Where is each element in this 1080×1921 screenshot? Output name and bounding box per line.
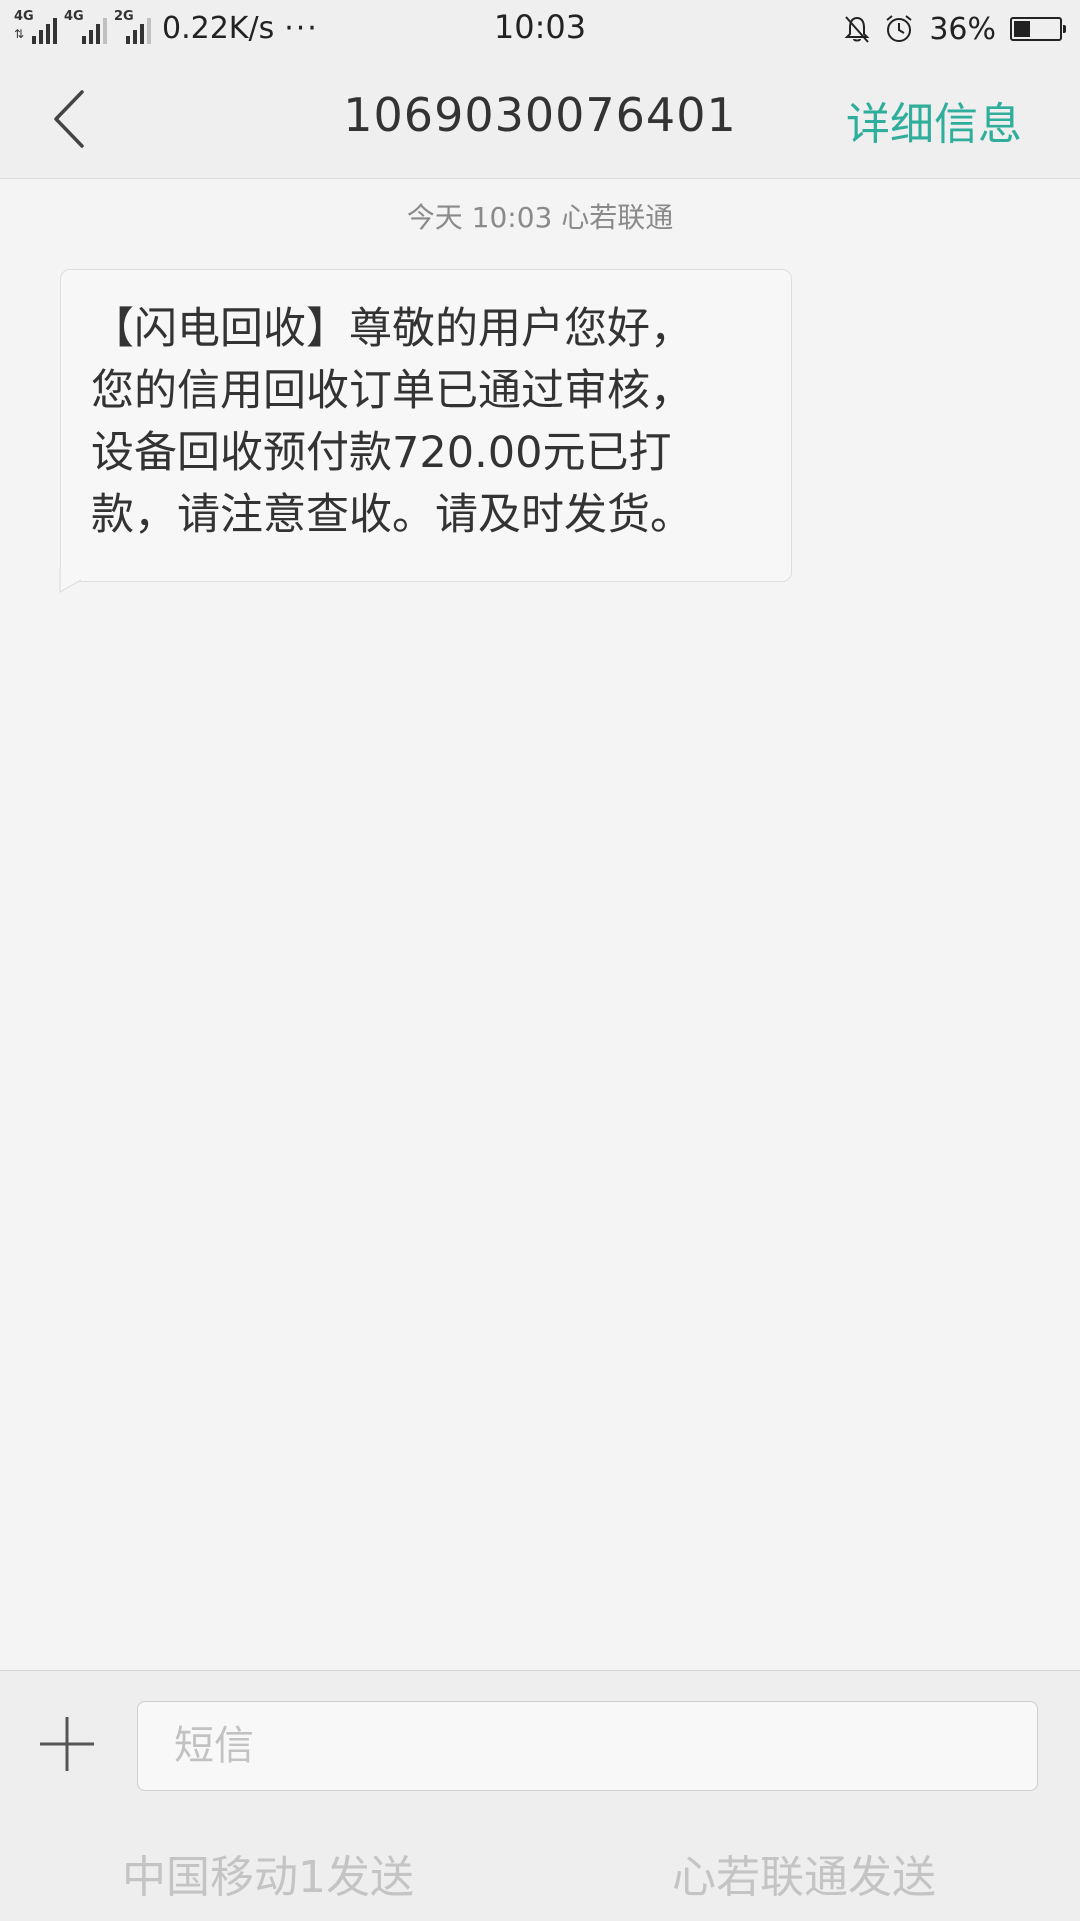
message-timestamp: 今天 10:03 心若联通: [406, 201, 674, 234]
detail-info-button[interactable]: 详细信息: [846, 88, 1022, 152]
alarm-clock-icon: [886, 15, 912, 42]
status-bar: 4G ⇅ 4G 2G 0.22K/s ··· 10:03 36%: [0, 0, 1080, 58]
battery-percent: 36%: [929, 11, 996, 47]
status-right: 36%: [841, 10, 1066, 48]
composer-bar: 中国移动1发送 心若联通发送: [0, 1670, 1080, 1921]
bubble-tail: [59, 568, 82, 594]
message-bubble-incoming[interactable]: 【闪电回收】尊敬的用户您好， 您的信用回收订单已通过审核， 设备回收预付款720…: [60, 269, 792, 582]
message-text: 【闪电回收】尊敬的用户您好， 您的信用回收订单已通过审核， 设备回收预付款720…: [91, 304, 693, 540]
send-sim1-button[interactable]: 中国移动1发送: [122, 1841, 414, 1905]
battery-icon: [1010, 17, 1066, 41]
battery-level: [1014, 21, 1030, 37]
mute-bell-icon: [844, 16, 870, 43]
sms-input[interactable]: [137, 1701, 1038, 1791]
plus-icon[interactable]: [36, 1713, 98, 1775]
send-sim2-button[interactable]: 心若联通发送: [672, 1841, 936, 1905]
conversation-header: 1069030076401 详细信息: [0, 58, 1080, 179]
